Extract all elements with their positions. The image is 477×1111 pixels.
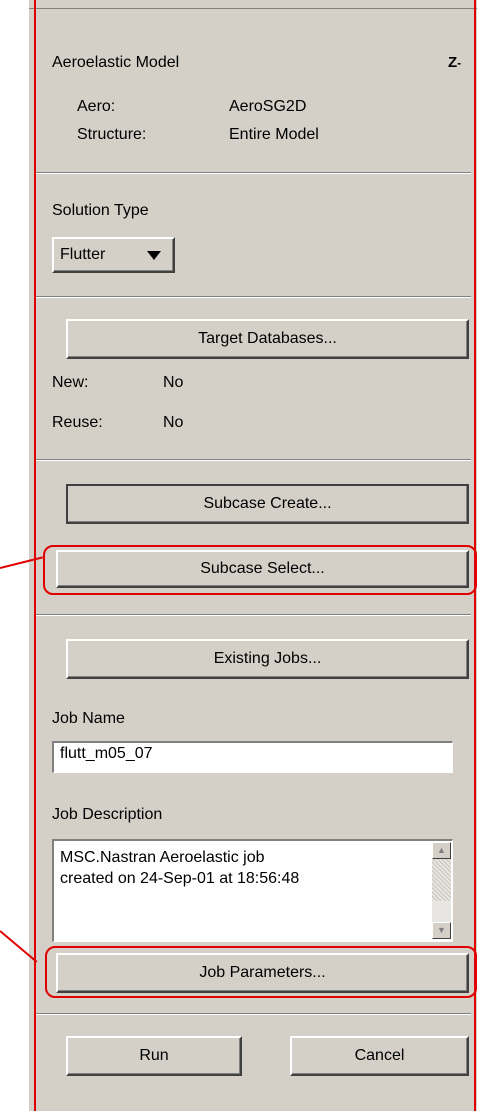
job-name-input[interactable]: flutt_m05_07 [52, 741, 453, 773]
aero-label: Aero: [77, 98, 116, 115]
model-heading: Aeroelastic Model [52, 54, 180, 71]
job-description-line: created on 24-Sep-01 at 18:56:48 [60, 870, 300, 887]
subcase-select-button[interactable]: Subcase Select... [56, 550, 469, 588]
solution-type-select[interactable]: Flutter [52, 237, 175, 273]
job-description-line: MSC.Nastran Aeroelastic job [60, 849, 265, 866]
reuse-value: No [163, 414, 184, 431]
scroll-up-icon[interactable]: ▲ [432, 842, 451, 859]
job-description-textarea[interactable]: MSC.Nastran Aeroelastic job created on 2… [52, 839, 453, 942]
top-strip [29, 0, 477, 9]
solution-type-value: Flutter [60, 246, 106, 263]
scroll-track[interactable] [432, 859, 451, 901]
triangle-down-icon [147, 251, 161, 260]
separator [36, 296, 471, 298]
new-value: No [163, 374, 184, 391]
separator [36, 614, 471, 616]
separator [36, 459, 471, 461]
aero-value: AeroSG2D [229, 98, 307, 115]
existing-jobs-button[interactable]: Existing Jobs... [66, 639, 469, 679]
run-button[interactable]: Run [66, 1036, 242, 1076]
separator [36, 1013, 471, 1015]
scroll-down-icon[interactable]: ▼ [432, 922, 451, 939]
job-name-label: Job Name [52, 710, 125, 727]
description-scrollbar[interactable]: ▲ ▼ [432, 842, 451, 939]
target-databases-button[interactable]: Target Databases... [66, 319, 469, 359]
structure-label: Structure: [77, 126, 147, 143]
structure-value: Entire Model [229, 126, 319, 143]
z-toggle-icon[interactable]: Z- [448, 55, 466, 71]
job-description-label: Job Description [52, 806, 163, 823]
subcase-create-button[interactable]: Subcase Create... [66, 484, 469, 524]
job-parameters-button[interactable]: Job Parameters... [56, 953, 469, 993]
reuse-label: Reuse: [52, 414, 103, 431]
aeroelastic-panel: Aeroelastic Model Z- Aero: AeroSG2D Stru… [27, 0, 477, 1111]
new-label: New: [52, 374, 89, 391]
cancel-button[interactable]: Cancel [290, 1036, 469, 1076]
solution-type-label: Solution Type [52, 202, 149, 219]
separator [36, 172, 471, 174]
